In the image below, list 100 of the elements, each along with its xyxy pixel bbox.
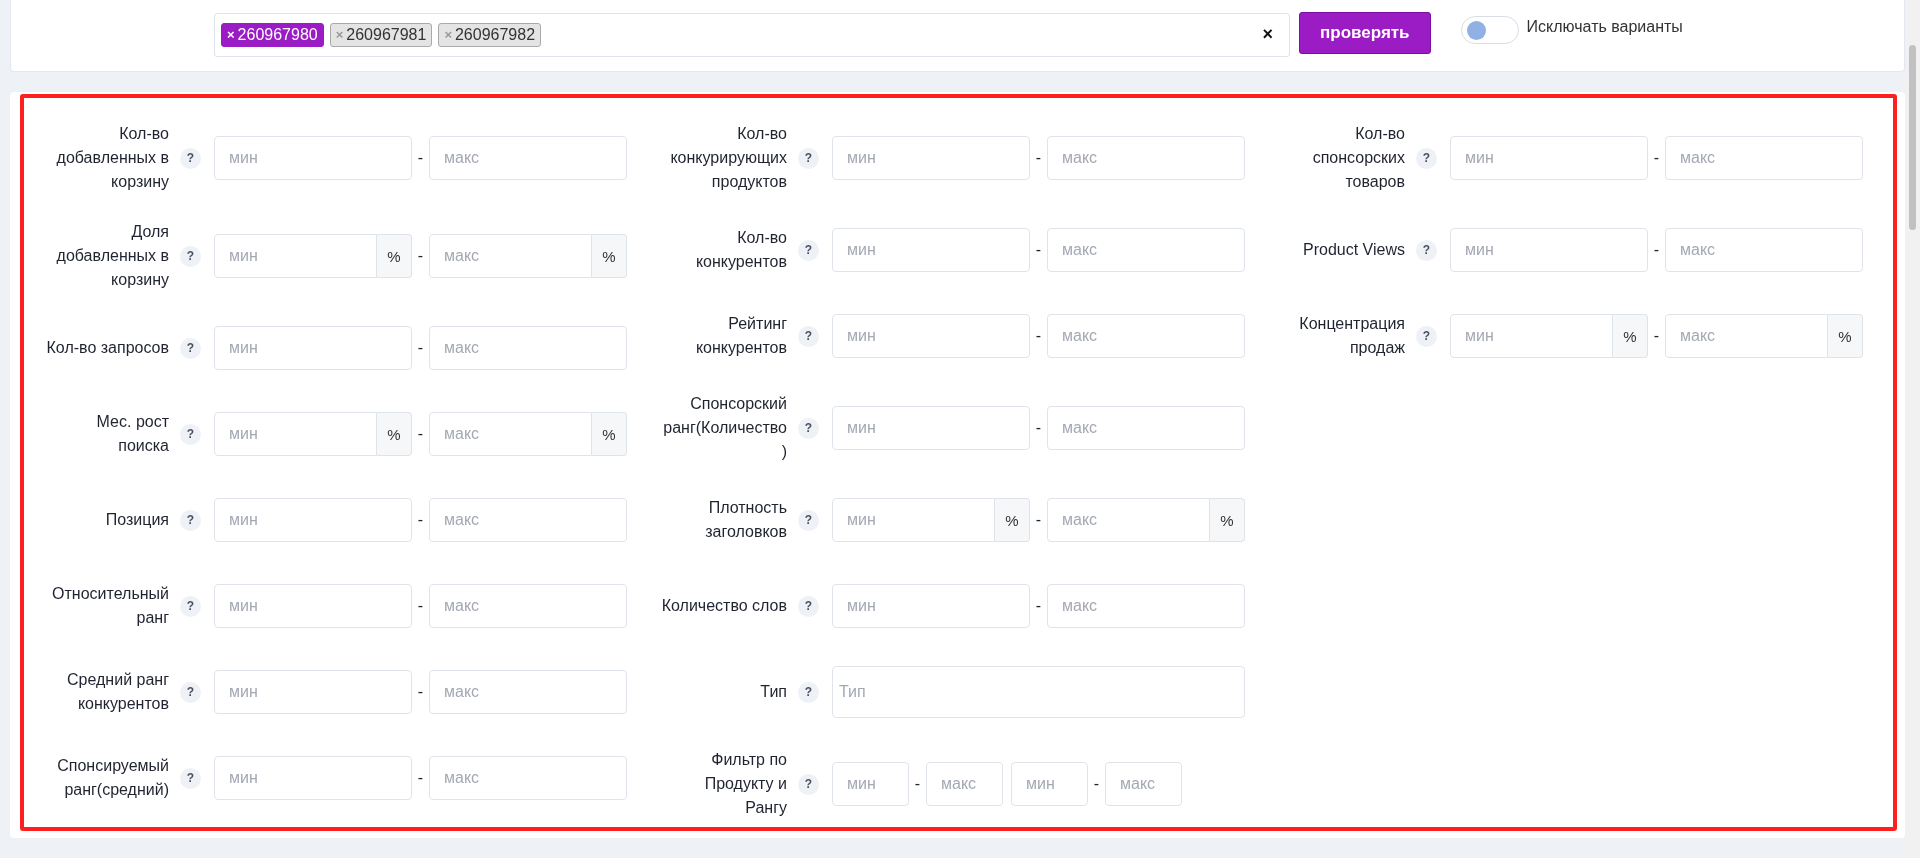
filter-label: Плотность заголовков: [704, 498, 787, 542]
tag-chip[interactable]: × 260967981: [329, 22, 433, 47]
input-field[interactable]: макс: [429, 234, 592, 278]
percent-unit: %: [377, 234, 412, 278]
filter-label: Мес. рост поиска: [95, 412, 169, 456]
help-icon[interactable]: ?: [798, 325, 819, 347]
input-field[interactable]: макс: [1665, 136, 1863, 180]
tag-input-field[interactable]: × 260967980 × 260967981 × 260967982 ×: [214, 12, 1290, 57]
range-dash: -: [1034, 241, 1043, 259]
range-dash: -: [416, 683, 425, 701]
percent-unit: %: [1828, 314, 1863, 358]
help-icon[interactable]: ?: [798, 773, 819, 795]
input-field[interactable]: мин: [832, 406, 1030, 450]
input-field[interactable]: мин: [832, 584, 1030, 628]
input-field[interactable]: макс: [1047, 136, 1245, 180]
filter-label: Спонсируемый ранг(средний): [56, 756, 169, 800]
filter-label: Product Views: [1302, 240, 1405, 260]
input-field[interactable]: макс: [429, 756, 627, 800]
filter-label: Фильтр по Продукту и Рангу: [703, 750, 787, 818]
toggle-switch[interactable]: [1460, 15, 1519, 44]
range-dash: -: [416, 247, 425, 265]
input-field[interactable]: мин: [214, 498, 412, 542]
input-field[interactable]: макс: [1047, 584, 1245, 628]
input-field[interactable]: мин: [832, 762, 909, 806]
input-field[interactable]: мин: [1450, 314, 1613, 358]
input-field[interactable]: мин: [832, 498, 995, 542]
percent-unit: %: [592, 234, 627, 278]
help-icon[interactable]: ?: [180, 337, 201, 359]
help-icon[interactable]: ?: [180, 147, 201, 169]
help-icon[interactable]: ?: [1416, 325, 1437, 347]
percent-unit: %: [1210, 498, 1245, 542]
help-icon[interactable]: ?: [180, 595, 201, 617]
input-field[interactable]: макс: [1047, 314, 1245, 358]
input-field[interactable]: макс: [429, 326, 627, 370]
range-dash: -: [1652, 327, 1661, 345]
filter-label: Кол-во конкурирующих продуктов: [669, 124, 787, 192]
percent-unit: %: [592, 412, 627, 456]
input-field[interactable]: мин: [214, 234, 377, 278]
help-icon[interactable]: ?: [798, 147, 819, 169]
input-field[interactable]: мин: [832, 136, 1030, 180]
input-field[interactable]: макс: [429, 412, 592, 456]
toggle-label: Исключать варианты: [1526, 17, 1683, 36]
input-field[interactable]: мин: [1011, 762, 1088, 806]
help-icon[interactable]: ?: [1416, 147, 1437, 169]
help-icon[interactable]: ?: [180, 681, 201, 703]
input-field[interactable]: мин: [1450, 228, 1648, 272]
input-field[interactable]: макс: [1047, 498, 1210, 542]
range-dash: -: [416, 149, 425, 167]
filter-label: Спонсорский ранг(Количество): [662, 394, 787, 462]
clear-button[interactable]: ×: [1252, 24, 1283, 45]
range-dash: -: [1652, 241, 1661, 259]
range-dash: -: [416, 425, 425, 443]
range-dash: -: [416, 597, 425, 615]
range-dash: -: [416, 339, 425, 357]
input-field[interactable]: макс: [429, 498, 627, 542]
input-field[interactable]: мин: [214, 584, 412, 628]
help-icon[interactable]: ?: [798, 595, 819, 617]
range-dash: -: [1034, 149, 1043, 167]
input-field[interactable]: мин: [214, 136, 412, 180]
input-field[interactable]: макс: [1047, 228, 1245, 272]
help-icon[interactable]: ?: [798, 417, 819, 439]
scrollbar[interactable]: [1905, 0, 1920, 858]
input-field[interactable]: Тип: [832, 666, 1245, 718]
check-button[interactable]: проверять: [1299, 11, 1431, 54]
input-field[interactable]: мин: [214, 756, 412, 800]
input-field[interactable]: макс: [1665, 228, 1863, 272]
input-field[interactable]: макс: [926, 762, 1003, 806]
filter-label: Кол-во добавленных в корзину: [55, 124, 169, 192]
filter-label: Рейтинг конкурентов: [694, 314, 787, 358]
tag-chip[interactable]: × 260967980: [221, 22, 324, 47]
help-icon[interactable]: ?: [180, 767, 201, 789]
input-field[interactable]: макс: [1047, 406, 1245, 450]
help-icon[interactable]: ?: [798, 681, 819, 703]
input-field[interactable]: мин: [214, 412, 377, 456]
help-icon[interactable]: ?: [798, 509, 819, 531]
help-icon[interactable]: ?: [180, 423, 201, 445]
help-icon[interactable]: ?: [180, 509, 201, 531]
input-field[interactable]: макс: [1105, 762, 1182, 806]
filter-label: Количество слов: [660, 596, 787, 616]
range-dash: -: [416, 511, 425, 529]
tag-chip[interactable]: × 260967982: [438, 22, 542, 47]
input-field[interactable]: макс: [429, 136, 627, 180]
help-icon[interactable]: ?: [798, 239, 819, 261]
input-field[interactable]: мин: [1450, 136, 1648, 180]
percent-unit: %: [1613, 314, 1648, 358]
range-dash: -: [1652, 149, 1661, 167]
input-field[interactable]: макс: [429, 670, 627, 714]
help-icon[interactable]: ?: [180, 245, 201, 267]
filter-label: Доля добавленных в корзину: [55, 222, 169, 290]
filter-label: Кол-во запросов: [45, 338, 169, 358]
input-field[interactable]: мин: [832, 314, 1030, 358]
range-dash: -: [416, 769, 425, 787]
input-field[interactable]: мин: [832, 228, 1030, 272]
input-field[interactable]: макс: [1665, 314, 1828, 358]
help-icon[interactable]: ?: [1416, 239, 1437, 261]
range-dash: -: [913, 775, 922, 793]
input-field[interactable]: макс: [429, 584, 627, 628]
input-field[interactable]: мин: [214, 326, 412, 370]
filter-label: Позиция: [104, 510, 169, 530]
input-field[interactable]: мин: [214, 670, 412, 714]
